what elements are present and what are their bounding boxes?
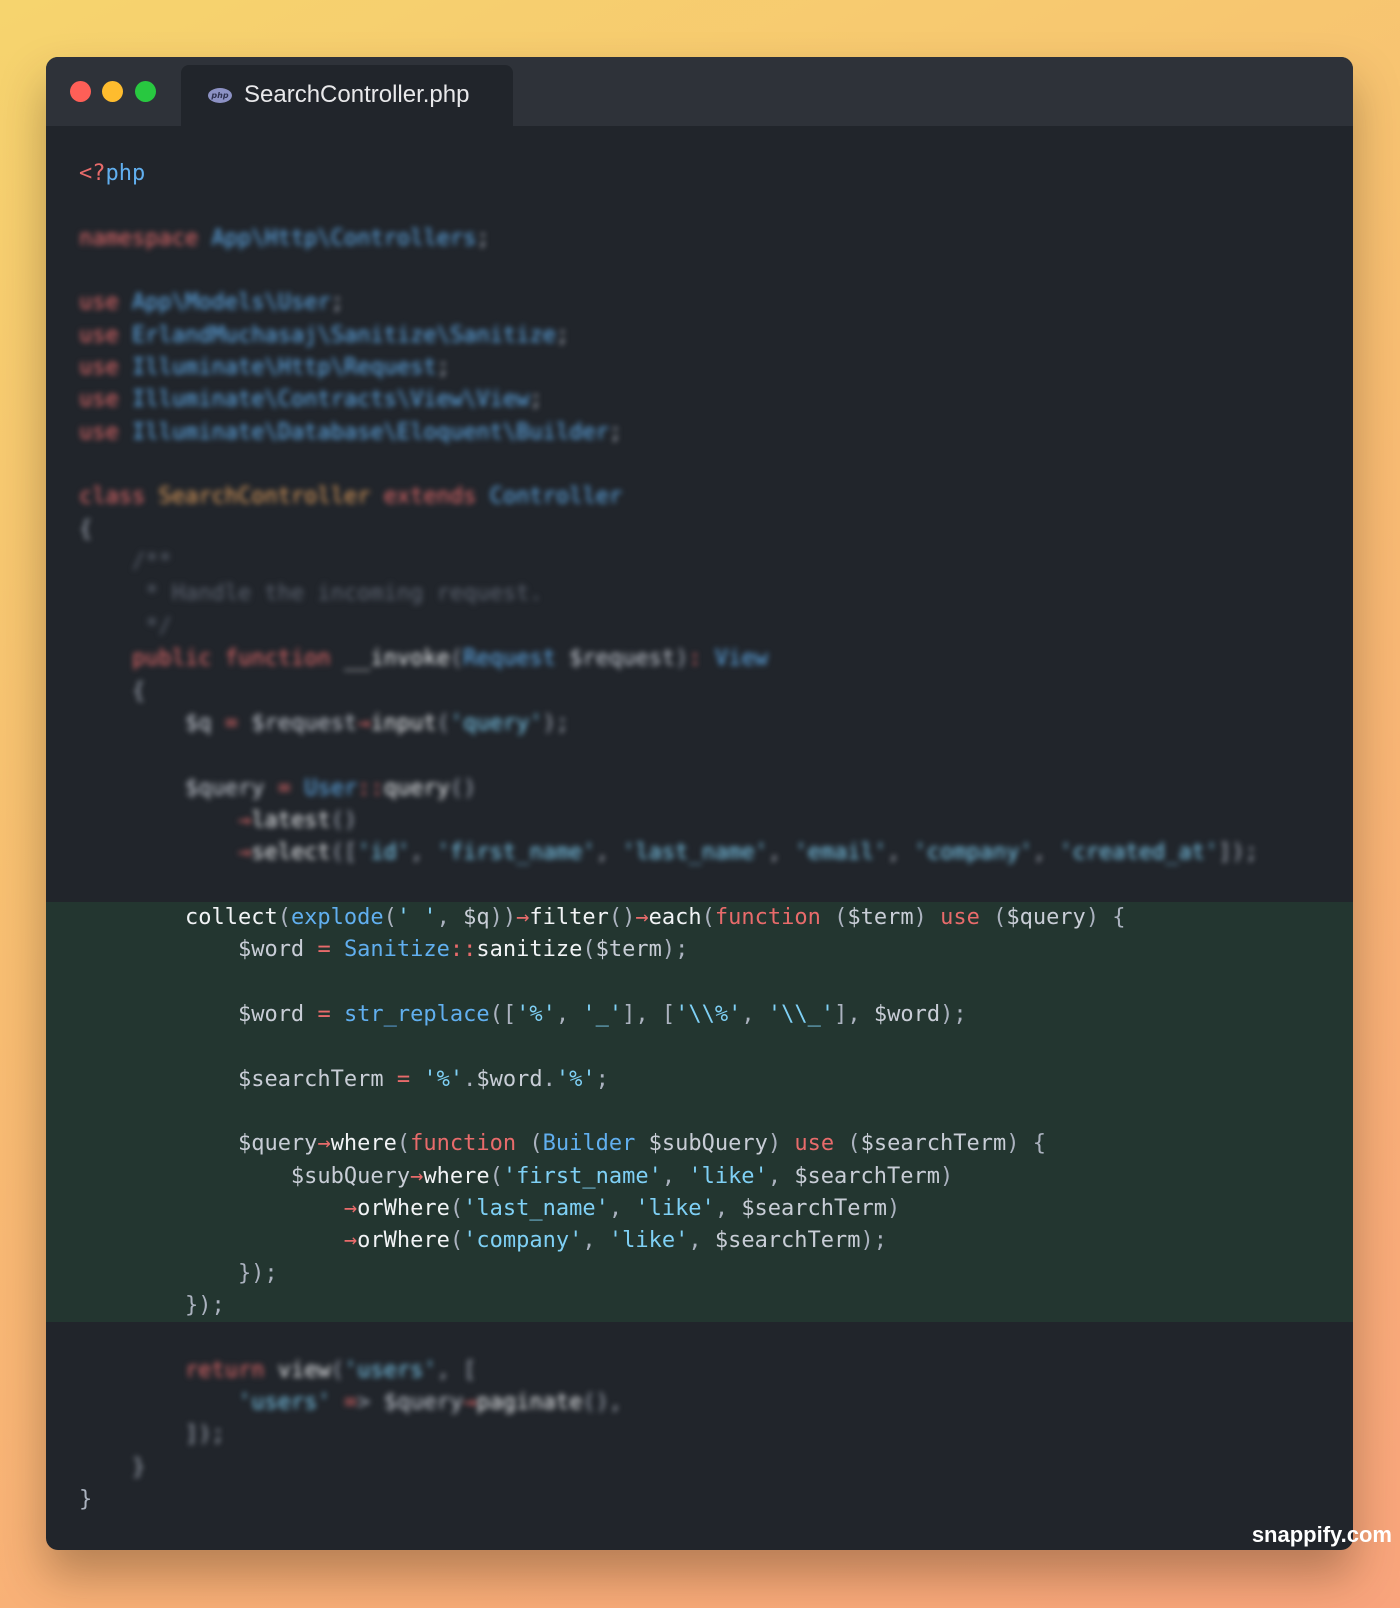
code-line: });	[46, 1257, 1353, 1291]
code-line: return view('users', [	[184, 1357, 477, 1383]
code-line: $word = Sanitize::sanitize($term);	[46, 934, 1353, 967]
code-line: use Illuminate\Database\Eloquent\Builder…	[79, 419, 623, 445]
file-tab[interactable]: php SearchController.php	[181, 65, 513, 126]
code-line: →select(['id', 'first_name', 'last_name'…	[237, 840, 1258, 866]
code-line: $query→where(function (Builder $subQuery…	[46, 1128, 1353, 1161]
code-line: use App\Models\User;	[79, 290, 344, 316]
code-line: {	[79, 678, 146, 704]
close-window-button[interactable]	[70, 81, 91, 102]
code-line: collect(explode(' ', $q))→filter()→each(…	[46, 901, 1353, 935]
code-window: php SearchController.php <?php namespace…	[46, 57, 1353, 1550]
code-line: →orWhere('last_name', 'like', $searchTer…	[46, 1193, 1353, 1226]
code-line: $subQuery→where('first_name', 'like', $s…	[46, 1160, 1353, 1193]
code-line: 'users' => $query→paginate(),	[237, 1390, 623, 1416]
code-line: });	[46, 1290, 1353, 1323]
code-line: <?php	[79, 161, 146, 186]
code-top-padding	[46, 126, 1353, 158]
watermark: snappify.com	[1251, 1522, 1392, 1547]
code-line: $query = User::query()	[184, 775, 477, 801]
code-line: →latest()	[237, 807, 358, 833]
code-line	[46, 1031, 1353, 1064]
code-line: $searchTerm = '%'.$word.'%';	[46, 1063, 1353, 1096]
code-line: use Illuminate\Contracts\View\View;	[79, 387, 543, 413]
code-line: use Illuminate\Http\Request;	[79, 355, 450, 381]
maximize-window-button[interactable]	[135, 81, 156, 102]
file-tab-label: SearchController.php	[244, 81, 470, 108]
title-bar: php SearchController.php	[46, 57, 1353, 126]
code-line: →orWhere('company', 'like', $searchTerm)…	[46, 1225, 1353, 1258]
code-line: public function __invoke(Request $reques…	[131, 646, 768, 672]
code-line: $q = $request→input('query');	[184, 710, 570, 736]
code-line: }	[79, 1487, 93, 1513]
code-line: */	[79, 613, 172, 639]
code-line: class SearchController extends Controlle…	[79, 484, 623, 510]
code-line	[46, 1095, 1353, 1129]
code-line	[46, 966, 1353, 999]
php-icon: php	[208, 88, 232, 103]
code-line: ]);	[79, 1422, 225, 1448]
code-line: * Handle the incoming request.	[79, 581, 543, 607]
code-line: namespace App\Http\Controllers;	[79, 225, 490, 251]
code-area: <?php namespace App\Http\Controllers; us…	[46, 126, 1353, 1516]
code-line: $word = str_replace(['%', '_'], ['\\%', …	[46, 998, 1353, 1032]
code-line: }	[79, 1454, 146, 1480]
code-line: /**	[79, 549, 172, 575]
minimize-window-button[interactable]	[102, 81, 123, 102]
code-line: use ErlandMuchasaj\Sanitize\Sanitize;	[79, 322, 570, 348]
code-line: {	[79, 516, 93, 542]
